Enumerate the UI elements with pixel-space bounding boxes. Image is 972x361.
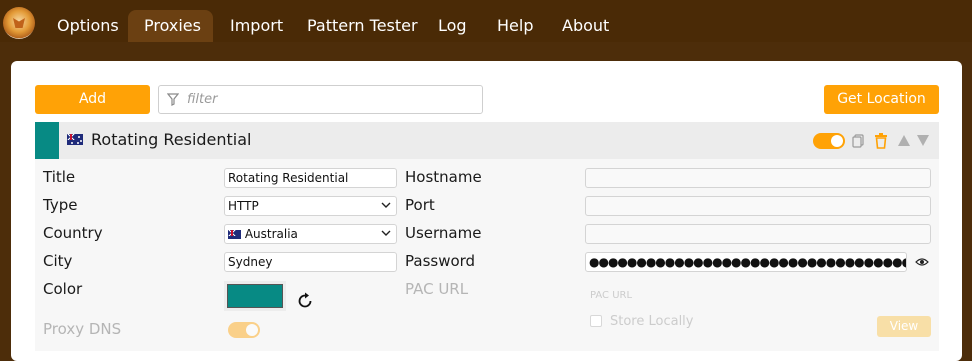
country-select[interactable]: Australia bbox=[224, 224, 397, 244]
username-input[interactable] bbox=[585, 224, 931, 244]
port-input[interactable] bbox=[585, 196, 931, 216]
add-button[interactable]: Add bbox=[35, 85, 150, 114]
eye-icon[interactable] bbox=[915, 257, 929, 267]
hostname-input[interactable] bbox=[585, 168, 931, 188]
port-label: Port bbox=[405, 196, 435, 214]
country-label: Country bbox=[43, 224, 103, 242]
filter-input[interactable]: filter bbox=[158, 85, 483, 114]
store-locally-label: Store Locally bbox=[610, 314, 694, 329]
filter-placeholder: filter bbox=[187, 92, 218, 107]
tab-about[interactable]: About bbox=[546, 10, 625, 42]
password-input[interactable]: ●●●●●●●●●●●●●●●●●●●●●●●●●●●●●●●●●● bbox=[585, 252, 907, 272]
australia-flag-icon bbox=[228, 230, 241, 239]
trash-icon[interactable] bbox=[874, 133, 888, 149]
pac-url-label: PAC URL bbox=[405, 280, 469, 298]
proxy-header-title: Rotating Residential bbox=[91, 130, 252, 149]
city-input[interactable]: Sydney bbox=[224, 252, 397, 272]
tab-import[interactable]: Import bbox=[214, 10, 299, 42]
type-select[interactable]: HTTP bbox=[224, 196, 397, 216]
store-locally-checkbox[interactable] bbox=[590, 315, 602, 327]
tab-pattern-tester[interactable]: Pattern Tester bbox=[291, 10, 434, 42]
password-label: Password bbox=[405, 252, 476, 270]
chevron-down-icon bbox=[381, 230, 391, 236]
type-label: Type bbox=[43, 196, 78, 214]
refresh-icon[interactable] bbox=[296, 292, 314, 310]
top-navigation-bar: Options Proxies Import Pattern Tester Lo… bbox=[0, 0, 972, 42]
move-down-icon[interactable] bbox=[917, 135, 929, 146]
duplicate-icon[interactable] bbox=[852, 134, 864, 148]
tab-log[interactable]: Log bbox=[422, 10, 483, 42]
view-button[interactable]: View bbox=[877, 316, 931, 337]
tab-options[interactable]: Options bbox=[41, 10, 135, 42]
pac-url-input[interactable]: PAC URL bbox=[590, 290, 632, 301]
city-label: City bbox=[43, 252, 73, 270]
type-select-value: HTTP bbox=[228, 199, 259, 213]
tab-help[interactable]: Help bbox=[481, 10, 549, 42]
funnel-icon bbox=[167, 93, 179, 106]
get-location-button[interactable]: Get Location bbox=[824, 85, 939, 114]
country-select-value: Australia bbox=[244, 227, 298, 241]
color-label: Color bbox=[43, 280, 83, 298]
chevron-down-icon bbox=[381, 202, 391, 208]
proxy-enabled-toggle[interactable] bbox=[813, 133, 845, 149]
hostname-label: Hostname bbox=[405, 168, 482, 186]
proxy-dns-label: Proxy DNS bbox=[43, 320, 122, 338]
australia-flag-icon bbox=[67, 134, 83, 145]
username-label: Username bbox=[405, 224, 482, 242]
title-label: Title bbox=[43, 168, 76, 186]
color-picker[interactable] bbox=[224, 281, 286, 311]
proxy-dns-toggle[interactable] bbox=[228, 322, 260, 338]
move-up-icon[interactable] bbox=[898, 135, 910, 146]
title-input[interactable]: Rotating Residential bbox=[224, 168, 397, 188]
proxy-color-indicator bbox=[35, 122, 59, 159]
foxyproxy-logo-icon bbox=[3, 7, 35, 39]
tab-proxies[interactable]: Proxies bbox=[128, 10, 213, 42]
